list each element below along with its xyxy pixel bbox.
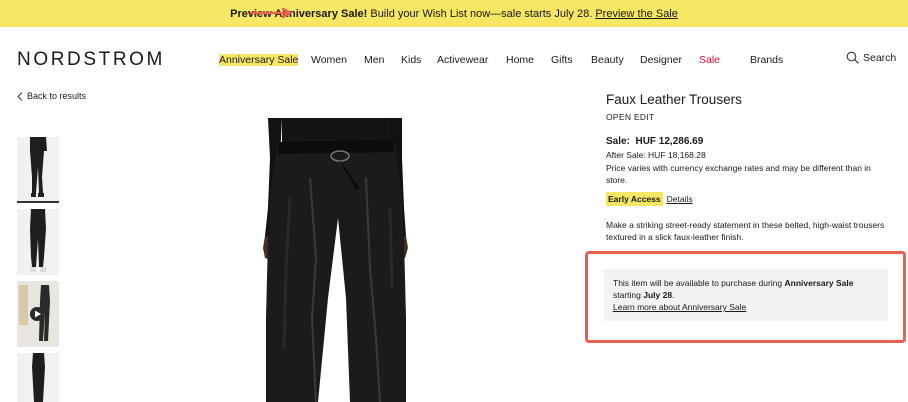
product-title: Faux Leather Trousers (606, 92, 742, 107)
trousers-thumbnail-image (17, 137, 59, 201)
nordstrom-logo[interactable]: NORDSTROM (17, 49, 165, 71)
promo-text: Preview Anniversary Sale! Build your Wis… (230, 8, 678, 20)
back-to-results-link[interactable]: Back to results (17, 91, 86, 101)
nav-activewear[interactable]: Activewear (437, 54, 488, 66)
availability-notice: This item will be available to purchase … (604, 269, 888, 321)
search-button[interactable]: Search (846, 51, 896, 64)
product-thumbnail-1[interactable] (17, 137, 59, 203)
nav-anniversary-sale[interactable]: Anniversary Sale (219, 54, 299, 66)
nav-sale[interactable]: Sale (699, 54, 720, 66)
brand-link[interactable]: OPEN EDIT (606, 112, 896, 122)
back-label: Back to results (27, 91, 87, 101)
early-access-badge: Early Access (606, 192, 663, 206)
promo-body: Build your Wish List now—sale starts Jul… (367, 7, 596, 20)
nav-men[interactable]: Men (364, 54, 384, 66)
trousers-thumbnail-image (17, 353, 59, 402)
nav-brands[interactable]: Brands (750, 54, 783, 66)
sale-label: Sale: (606, 136, 630, 147)
availability-bold-2: July 28 (643, 290, 673, 300)
nav-women[interactable]: Women (311, 54, 347, 66)
details-link[interactable]: Details (667, 194, 693, 204)
early-access-row: Early Access Details (606, 192, 896, 206)
trousers-thumbnail-image (17, 209, 59, 275)
price-note: Price varies with currency exchange rate… (606, 163, 871, 185)
promo-banner: Preview Anniversary Sale! Build your Wis… (0, 0, 908, 27)
product-video-thumbnail[interactable] (17, 281, 59, 347)
product-thumbnail-2[interactable] (17, 209, 59, 275)
nav-kids[interactable]: Kids (401, 54, 421, 66)
video-thumbnail-image (17, 281, 59, 347)
product-description: Make a striking street-ready statement i… (606, 220, 885, 242)
availability-bold-1: Anniversary Sale (784, 278, 854, 288)
sale-price: Sale: HUF 12,286.69 (606, 136, 896, 147)
after-sale-price: After Sale: HUF 18,168.28 (606, 150, 706, 160)
availability-text-3: . (672, 290, 675, 300)
product-thumbnail-4[interactable] (17, 353, 59, 402)
nav-designer[interactable]: Designer (640, 54, 682, 66)
sale-price-value: HUF 12,286.69 (635, 136, 704, 147)
nav-home[interactable]: Home (506, 54, 534, 66)
availability-text-1: This item will be available to purchase … (613, 278, 785, 288)
nav-gifts[interactable]: Gifts (551, 54, 573, 66)
annotation-arrow-icon (250, 8, 292, 18)
preview-sale-link[interactable]: Preview the Sale (595, 8, 678, 20)
availability-text-2: starting (613, 290, 644, 300)
product-info: Faux Leather Trousers OPEN EDIT Sale: HU… (606, 92, 896, 243)
search-label: Search (863, 51, 897, 64)
search-icon (846, 51, 859, 64)
learn-more-link[interactable]: Learn more about Anniversary Sale (613, 301, 879, 313)
nav-beauty[interactable]: Beauty (591, 54, 624, 66)
chevron-left-icon (17, 91, 23, 101)
product-main-image (220, 118, 420, 402)
